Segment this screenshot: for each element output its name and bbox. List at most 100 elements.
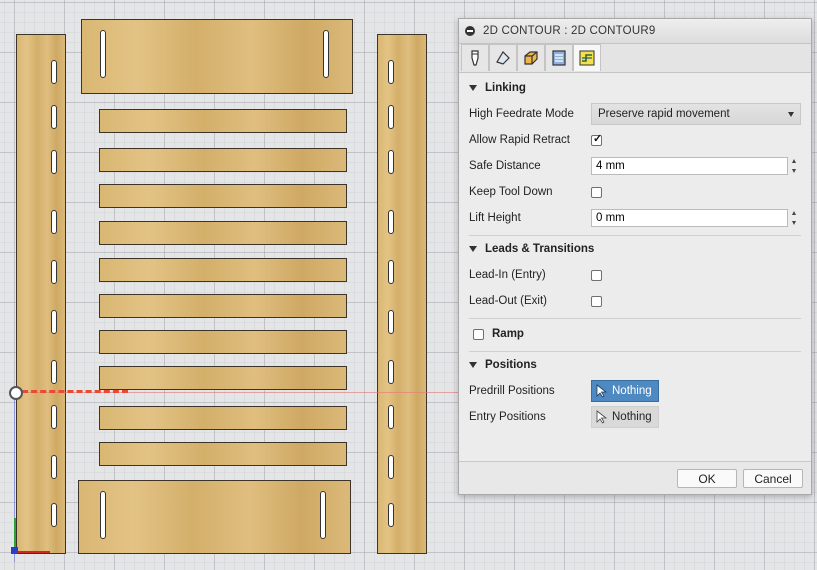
row-high-feedrate-mode: High Feedrate Mode Preserve rapid moveme… [459,101,811,127]
safe-distance-label: Safe Distance [469,160,541,172]
part-slot [51,310,57,334]
wood-part-right-side[interactable] [377,34,427,554]
part-slot [51,260,57,284]
safe-distance-field [591,157,798,175]
part-slot [388,310,394,334]
allow-rapid-retract-label: Allow Rapid Retract [469,134,570,146]
axis-gizmo-x [16,551,50,553]
lead-in-label: Lead-In (Entry) [469,269,546,281]
wood-slat[interactable] [99,258,347,282]
wood-slat[interactable] [99,109,347,133]
axis-gizmo-origin [11,547,18,554]
tool-icon [471,50,479,66]
wood-part-top-board[interactable] [81,19,353,94]
wood-slat[interactable] [99,442,347,466]
dropdown-arrow-icon [788,112,794,117]
tab-tool[interactable] [461,44,489,71]
spin-down-icon[interactable] [791,221,796,225]
ok-button[interactable]: OK [677,469,737,488]
ramp-checkbox[interactable] [473,328,484,340]
section-positions-label: Positions [485,359,537,371]
linking-icon [579,50,595,66]
lift-height-spinner[interactable] [789,209,798,227]
row-entry-positions: Entry Positions Nothing [459,404,811,430]
wood-slat[interactable] [99,148,347,172]
expand-triangle-icon [469,362,477,368]
dialog-title: 2D CONTOUR : 2D CONTOUR9 [483,25,656,37]
entry-positions-label: Entry Positions [469,411,546,423]
part-slot [388,105,394,129]
origin-marker-icon[interactable] [9,386,23,400]
section-leads-label: Leads & Transitions [485,243,595,255]
section-linking[interactable]: Linking [459,75,811,101]
tab-linking[interactable] [573,44,601,71]
tab-heights[interactable] [517,44,545,71]
section-leads-transitions[interactable]: Leads & Transitions [459,236,811,262]
part-slot [51,60,57,84]
lead-out-label: Lead-Out (Exit) [469,295,547,307]
collapse-icon[interactable] [465,26,475,36]
part-slot [388,405,394,429]
part-slot [51,210,57,234]
spin-up-icon[interactable] [791,211,796,215]
row-safe-distance: Safe Distance [459,153,811,179]
passes-icon [552,50,566,66]
expand-triangle-icon [469,85,477,91]
section-positions[interactable]: Positions [459,352,811,378]
toolpath-preview [22,390,128,393]
keep-tool-down-label: Keep Tool Down [469,186,553,198]
wood-slat[interactable] [99,366,347,390]
ramp-label: Ramp [492,328,524,340]
lift-height-input[interactable] [591,209,788,227]
spin-down-icon[interactable] [791,169,796,173]
wood-slat[interactable] [99,221,347,245]
wood-part-left-side[interactable] [16,34,66,554]
divider [469,318,801,319]
wood-slat[interactable] [99,406,347,430]
lift-height-field [591,209,798,227]
cancel-button[interactable]: Cancel [743,469,803,488]
predrill-positions-value: Nothing [612,385,652,397]
wood-slat[interactable] [99,294,347,318]
cursor-arrow-icon [596,410,608,424]
spin-up-icon[interactable] [791,159,796,163]
tab-geometry[interactable] [489,44,517,71]
wood-part-bottom-board[interactable] [78,480,351,554]
part-slot [100,30,106,78]
entry-positions-value: Nothing [612,411,652,423]
predrill-positions-label: Predrill Positions [469,385,555,397]
cursor-arrow-icon [596,384,608,398]
entry-positions-select-button[interactable]: Nothing [591,406,659,428]
keep-tool-down-checkbox[interactable] [591,186,602,198]
allow-rapid-retract-checkbox[interactable]: ✓ [591,132,603,146]
part-slot [51,405,57,429]
safe-distance-spinner[interactable] [789,157,798,175]
lead-in-checkbox[interactable] [591,269,602,281]
row-keep-tool-down: Keep Tool Down [459,179,811,205]
predrill-positions-select-button[interactable]: Nothing [591,380,659,402]
part-slot [51,150,57,174]
part-slot [100,491,106,539]
dialog-header: 2D CONTOUR : 2D CONTOUR9 [459,19,811,44]
part-slot [388,150,394,174]
wood-slat[interactable] [99,184,347,208]
part-slot [388,260,394,284]
part-slot [51,105,57,129]
safe-distance-input[interactable] [591,157,788,175]
part-slot [388,360,394,384]
part-slot [388,210,394,234]
dialog-tabs [459,44,811,73]
section-ramp: Ramp [459,321,811,347]
high-feedrate-mode-label: High Feedrate Mode [469,108,574,120]
high-feedrate-mode-select[interactable]: Preserve rapid movement [591,103,801,125]
row-lead-out: Lead-Out (Exit) [459,288,811,314]
part-slot [388,503,394,527]
heights-icon [524,51,538,65]
row-allow-rapid-retract: Allow Rapid Retract ✓ [459,127,811,153]
checkmark-icon: ✓ [593,132,603,145]
tab-passes[interactable] [545,44,573,71]
dialog-footer: OK Cancel [459,461,811,494]
wood-slat[interactable] [99,330,347,354]
lead-out-checkbox[interactable] [591,295,602,307]
lift-height-label: Lift Height [469,212,521,224]
